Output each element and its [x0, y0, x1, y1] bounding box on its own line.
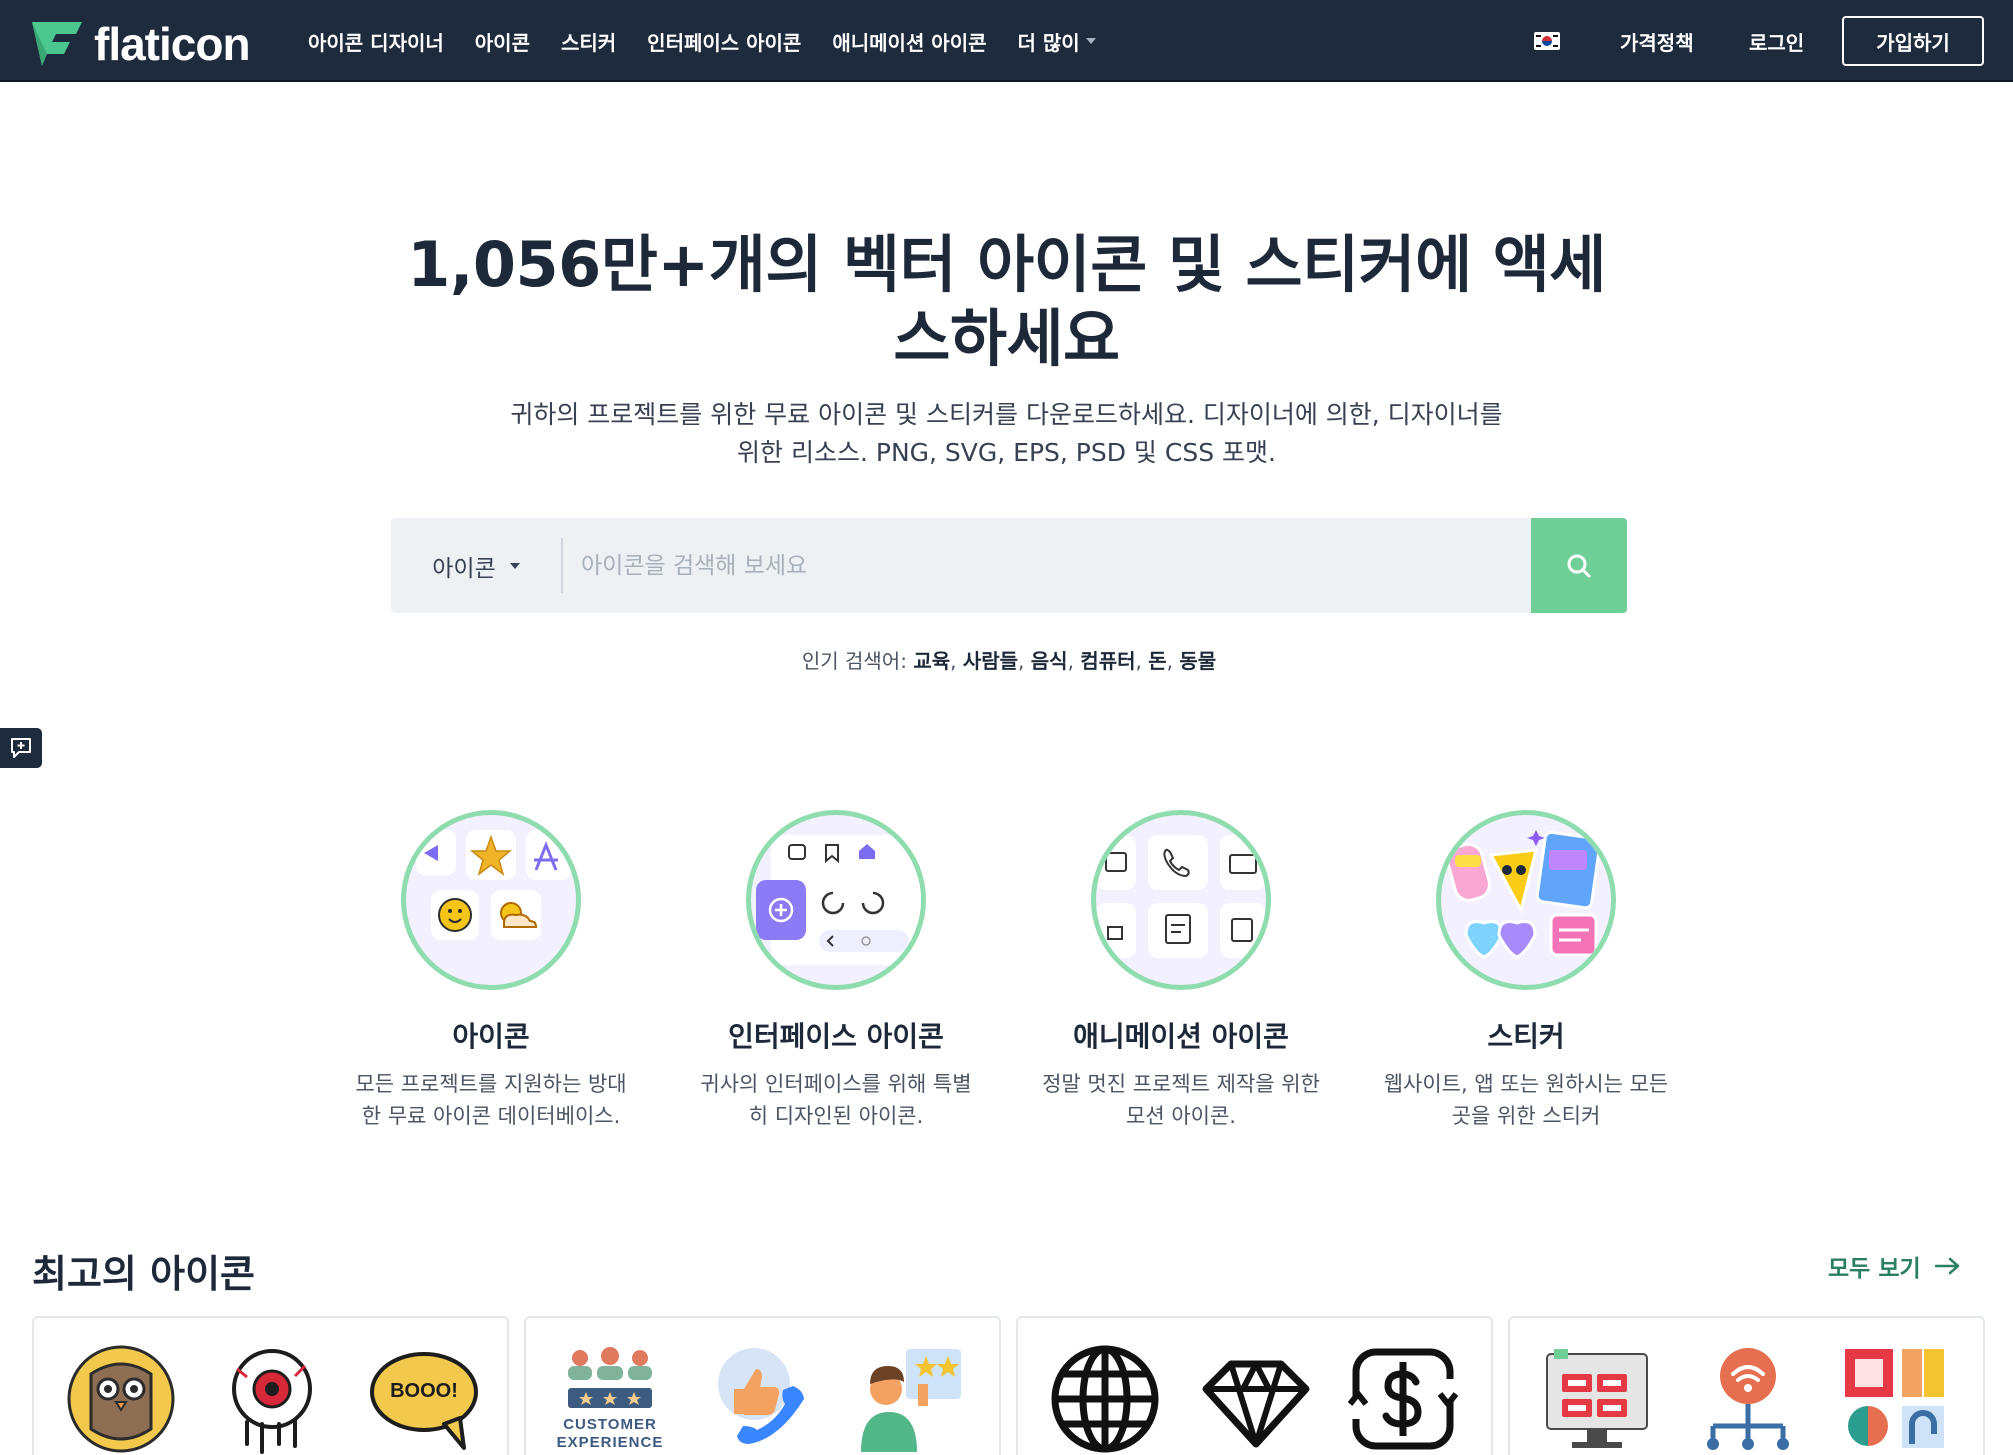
login-link[interactable]: 로그인 — [1749, 0, 1804, 82]
category-title: 아이콘 — [452, 1020, 530, 1053]
popular-label: 인기 검색어: — [801, 649, 907, 673]
monitor-dashboard-icon — [1546, 1349, 1648, 1448]
category-description: 웹사이트, 앱 또는 원하시는 모든 곳을 위한 스티커 — [1383, 1072, 1669, 1128]
pricing-link[interactable]: 가격정책 — [1620, 0, 1694, 82]
pricing-label: 가격정책 — [1620, 30, 1694, 55]
flaticon-logo-icon — [32, 22, 82, 66]
icon-pack-card[interactable] — [1016, 1316, 1493, 1455]
icon-pack-card[interactable]: CUSTOMER EXPERIENCE — [524, 1316, 1001, 1455]
nav-link-animated-icons[interactable]: 애니메이션 아이콘 — [832, 27, 986, 56]
boo-speech-bubble-icon: BOOO! — [364, 1344, 484, 1454]
nav-more-label: 더 많이 — [1017, 30, 1080, 55]
search-icon — [1567, 554, 1591, 577]
hero-subtitle-line1: 귀하의 프로젝트를 위한 무료 아이콘 및 스티커를 다운로드하세요. 디자이너… — [510, 400, 1503, 429]
flaticon-logo[interactable]: flaticon — [30, 17, 251, 71]
shapes-grid-icon — [1845, 1349, 1944, 1448]
nav-link-stickers[interactable]: 스티커 — [561, 27, 616, 56]
category-icons-image — [401, 810, 581, 990]
feedback-chat-icon — [11, 738, 31, 758]
nav-link-icon-designer[interactable]: 아이콘 디자이너 — [308, 27, 444, 56]
hero-title: 1,056만+개의 벡터 아이콘 및 스티커에 액세 스하세요 — [380, 228, 1633, 376]
hero-subtitle: 귀하의 프로젝트를 위한 무료 아이콘 및 스티커를 다운로드하세요. 디자이너… — [420, 396, 1593, 472]
category-title: 인터페이스 아이콘 — [728, 1020, 944, 1053]
search-type-dropdown[interactable]: 아이콘 — [391, 518, 561, 613]
popular-term-animal[interactable]: 동물 — [1179, 649, 1216, 673]
see-all-link[interactable]: 모두 보기 — [1828, 1249, 1961, 1283]
icon-pack-card[interactable]: BOOO! — [32, 1316, 509, 1455]
icon-pack-card[interactable] — [1508, 1316, 1985, 1455]
diamond-icon — [1202, 1360, 1310, 1448]
popular-term-food[interactable]: 음식 — [1031, 649, 1068, 673]
main-nav-links: 아이콘 디자이너 아이콘 스티커 인터페이스 아이콘 애니메이션 아이콘 더 많… — [308, 0, 1096, 82]
search-bar: 아이콘 — [391, 518, 1627, 613]
best-icons-heading: 최고의 아이콘 — [32, 1252, 255, 1296]
hero-subtitle-line2: 위한 리소스. PNG, SVG, EPS, PSD 및 CSS 포맷. — [737, 438, 1276, 467]
search-input[interactable] — [581, 543, 1501, 588]
rating-person-icon — [861, 1349, 961, 1452]
nav-link-interface-icons[interactable]: 인터페이스 아이콘 — [647, 27, 801, 56]
nav-link-icons[interactable]: 아이콘 — [475, 27, 530, 56]
dollar-exchange-icon — [1348, 1348, 1458, 1450]
owl-icon — [67, 1345, 175, 1453]
arrow-right-icon — [1934, 1257, 1959, 1275]
popular-term-money[interactable]: 돈 — [1148, 649, 1166, 673]
search-button[interactable] — [1531, 518, 1627, 613]
signup-button[interactable]: 가입하기 — [1842, 16, 1984, 66]
popular-searches: 인기 검색어: 교육, 사람들, 음식, 컴퓨터, 돈, 동물 — [801, 649, 1217, 673]
category-title: 애니메이션 아이콘 — [1073, 1020, 1289, 1053]
category-title: 스티커 — [1487, 1020, 1565, 1053]
search-type-label: 아이콘 — [432, 555, 496, 582]
globe-icon — [1051, 1345, 1159, 1453]
search-divider — [561, 538, 563, 593]
popular-term-people[interactable]: 사람들 — [963, 649, 1018, 673]
thumbs-up-phone-icon — [718, 1348, 804, 1444]
hero-title-line1: 1,056만+개의 벡터 아이콘 및 스티커에 액세 — [407, 228, 1606, 301]
hero-title-line2: 스하세요 — [893, 302, 1120, 375]
feedback-button[interactable] — [0, 728, 42, 768]
korea-flag-icon[interactable] — [1534, 32, 1560, 50]
popular-term-computer[interactable]: 컴퓨터 — [1080, 649, 1135, 673]
category-stickers-image — [1436, 810, 1616, 990]
category-animated-icons-image — [1091, 810, 1271, 990]
customer-experience-icon: CUSTOMER EXPERIENCE — [550, 1344, 670, 1454]
category-description: 모든 프로젝트를 지원하는 방대 한 무료 아이콘 데이터베이스. — [355, 1072, 627, 1128]
boo-text: BOOO! — [390, 1380, 458, 1402]
category-description: 정말 멋진 프로젝트 제작을 위한 모션 아이콘. — [1042, 1072, 1320, 1128]
wifi-network-icon — [1707, 1348, 1789, 1450]
logo-text: flaticon — [94, 18, 251, 70]
top-navbar: flaticon 아이콘 디자이너 아이콘 스티커 인터페이스 아이콘 애니메이… — [0, 0, 2013, 82]
chevron-down-icon — [509, 562, 520, 569]
popular-term-education[interactable]: 교육 — [913, 649, 950, 673]
eyeball-icon — [232, 1349, 312, 1454]
login-label: 로그인 — [1749, 30, 1805, 55]
nav-more-dropdown[interactable]: 더 많이 — [1018, 27, 1096, 56]
category-interface-icons-image — [746, 810, 926, 990]
see-all-label: 모두 보기 — [1828, 1256, 1921, 1282]
category-description: 귀사의 인터페이스를 위해 특별 히 디자인된 아이콘. — [700, 1072, 972, 1128]
chevron-down-icon — [1085, 38, 1096, 44]
